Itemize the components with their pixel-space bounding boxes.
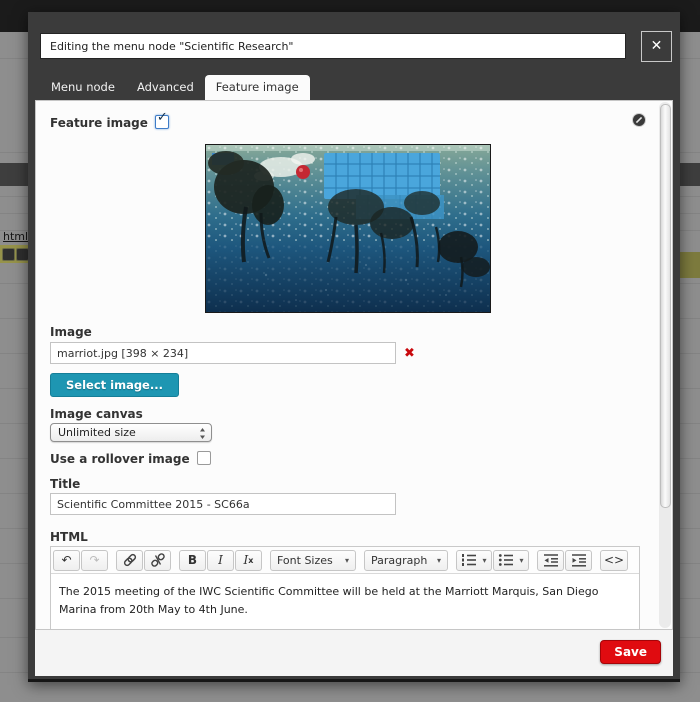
- bold-button[interactable]: B: [179, 549, 206, 571]
- feature-image-panel: Feature image ✓ Image marriot.jpg [398 ×…: [35, 100, 673, 630]
- source-code-icon: <>: [604, 553, 625, 567]
- numbered-list-button[interactable]: ▾: [456, 549, 492, 571]
- dialog-title: Editing the menu node "Scientific Resear…: [40, 33, 626, 59]
- remove-image-icon[interactable]: ✖: [404, 346, 415, 361]
- contextual-edit-icon[interactable]: [632, 113, 646, 127]
- chevron-down-icon: ▾: [519, 555, 524, 565]
- image-filename-input[interactable]: [50, 342, 396, 364]
- title-input[interactable]: [50, 493, 396, 515]
- image-canvas-select[interactable]: Unlimited size: [50, 423, 212, 442]
- unlink-icon: [150, 553, 165, 567]
- clear-formatting-sub: x: [248, 555, 254, 565]
- dialog-footer: Save: [35, 630, 673, 676]
- save-button[interactable]: Save: [600, 640, 661, 664]
- source-code-button[interactable]: <>: [600, 549, 629, 571]
- tab-menu-node[interactable]: Menu node: [40, 75, 126, 100]
- paragraph-dropdown[interactable]: Paragraph ▾: [364, 549, 448, 571]
- font-sizes-dropdown[interactable]: Font Sizes ▾: [270, 549, 356, 571]
- unlink-button[interactable]: [144, 549, 171, 571]
- panel-scrollbar-thumb[interactable]: [660, 104, 671, 508]
- image-label: Image: [50, 325, 92, 339]
- bullet-list-button[interactable]: ▾: [493, 549, 529, 571]
- close-button[interactable]: ✕: [641, 31, 672, 62]
- redo-button[interactable]: ↷: [81, 549, 108, 571]
- check-icon: ✓: [156, 110, 168, 125]
- background-file-icon: [2, 248, 15, 261]
- link-icon: [123, 553, 136, 567]
- image-canvas-label: Image canvas: [50, 407, 143, 421]
- outdent-button[interactable]: [537, 549, 564, 571]
- html-editor: ↶ ↷ B I I x Font Sizes ▾ Paragraph ▾ ▾ ▾…: [50, 546, 640, 629]
- tab-advanced[interactable]: Advanced: [126, 75, 205, 100]
- indent-button[interactable]: [565, 549, 592, 571]
- outdent-icon: [543, 554, 558, 567]
- numbered-list-icon: [462, 554, 477, 566]
- rollover-checkbox[interactable]: [196, 451, 211, 465]
- dialog-tabs: Menu node Advanced Feature image: [40, 75, 310, 100]
- html-label: HTML: [50, 530, 88, 544]
- undo-button[interactable]: ↶: [53, 549, 80, 571]
- close-icon: ✕: [650, 38, 663, 54]
- clear-formatting-button[interactable]: Ix: [235, 549, 262, 571]
- feature-image-checkbox[interactable]: ✓: [154, 110, 169, 129]
- editor-content[interactable]: The 2015 meeting of the IWC Scientific C…: [51, 574, 639, 627]
- bullet-list-icon: [499, 554, 514, 566]
- tab-feature-image[interactable]: Feature image: [204, 75, 310, 100]
- select-image-button[interactable]: Select image...: [50, 373, 179, 397]
- italic-icon: I: [218, 553, 223, 567]
- indent-icon: [571, 554, 586, 567]
- chevron-down-icon: ▾: [436, 555, 441, 565]
- rollover-label-text: Use a rollover image: [50, 452, 190, 466]
- title-label: Title: [50, 477, 81, 491]
- bold-icon: B: [187, 553, 198, 567]
- edit-menu-node-dialog: Editing the menu node "Scientific Resear…: [28, 12, 680, 682]
- paragraph-label: Paragraph: [371, 553, 428, 567]
- editor-toolbar: ↶ ↷ B I I x Font Sizes ▾ Paragraph ▾ ▾ ▾…: [51, 547, 639, 574]
- screen: html Editing the menu node "Scientific R…: [0, 0, 700, 702]
- feature-image-label-text: Feature image: [50, 116, 148, 130]
- undo-icon: ↶: [61, 553, 72, 567]
- feature-image-label: Feature image ✓: [50, 110, 169, 130]
- background-html-link: html: [3, 230, 29, 243]
- select-updown-icon: [200, 428, 205, 439]
- font-sizes-label: Font Sizes: [277, 553, 333, 567]
- chevron-down-icon: ▾: [482, 555, 487, 565]
- chevron-down-icon: ▾: [344, 555, 349, 565]
- feature-image-preview: [205, 144, 491, 313]
- panel-scrollbar-track[interactable]: [659, 102, 671, 628]
- link-button[interactable]: [116, 549, 143, 571]
- redo-icon: ↷: [89, 553, 100, 567]
- image-canvas-value: Unlimited size: [58, 426, 136, 439]
- rollover-label: Use a rollover image: [50, 451, 211, 466]
- italic-button[interactable]: I: [207, 549, 234, 571]
